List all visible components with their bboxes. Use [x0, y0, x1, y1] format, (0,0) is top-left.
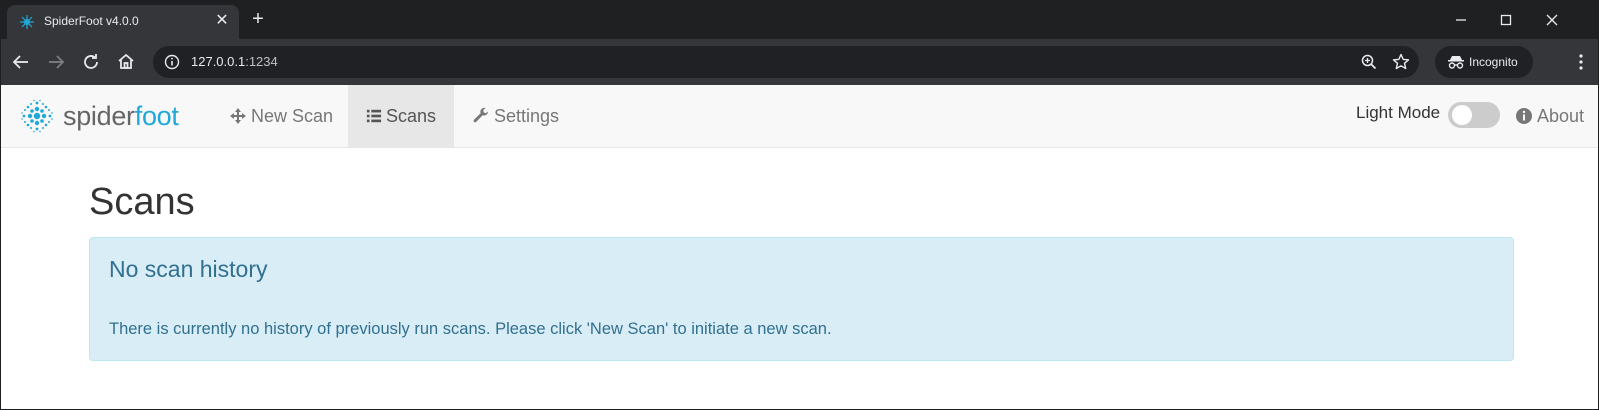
kebab-menu-icon[interactable] [1572, 50, 1590, 74]
nav-about[interactable]: About [1515, 85, 1584, 147]
window-close-icon[interactable] [1541, 9, 1563, 31]
wrench-icon [473, 107, 489, 123]
close-icon[interactable]: ✕ [212, 11, 232, 31]
info-icon[interactable] [161, 51, 183, 73]
alert-text: There is currently no history of previou… [109, 320, 832, 338]
brand-part-foot: foot [134, 101, 179, 131]
nav-about-label: About [1537, 105, 1585, 126]
browser-window: SpiderFoot v4.0.0 ✕ + 127.0.0.1:1234 Inc… [0, 0, 1599, 410]
spiderfoot-favicon [20, 15, 34, 29]
light-mode-label: Light Mode [1356, 103, 1441, 122]
back-icon[interactable] [9, 50, 33, 74]
url-port: :1234 [245, 54, 278, 69]
home-icon[interactable] [114, 50, 138, 74]
maximize-icon[interactable] [1495, 9, 1517, 31]
browser-toolbar: 127.0.0.1:1234 Incognito [1, 39, 1598, 85]
info-circle-icon [1516, 108, 1532, 124]
list-icon [366, 109, 382, 123]
app-navbar: spiderfoot New Scan Scans Settings Light… [1, 85, 1598, 148]
star-icon[interactable] [1390, 51, 1412, 73]
nav-scans-label: Scans [385, 105, 436, 126]
no-history-alert: No scan history There is currently no hi… [89, 237, 1514, 361]
nav-scans[interactable]: Scans [348, 85, 454, 147]
alert-heading: No scan history [109, 256, 268, 282]
light-mode-toggle[interactable] [1448, 102, 1500, 128]
reload-icon[interactable] [79, 50, 103, 74]
minimize-icon[interactable] [1450, 9, 1472, 31]
incognito-indicator[interactable]: Incognito [1435, 46, 1533, 78]
nav-settings[interactable]: Settings [454, 85, 577, 147]
light-mode-toggle-knob [1452, 105, 1472, 125]
nav-new-scan-label: New Scan [251, 105, 334, 126]
brand-name[interactable]: spiderfoot [63, 101, 179, 132]
plus-icon[interactable]: + [247, 9, 269, 31]
spiderfoot-logo[interactable] [19, 98, 55, 134]
tab-title: SpiderFoot v4.0.0 [44, 14, 139, 28]
page-title: Scans [89, 181, 195, 223]
brand-part-spider: spider [63, 101, 135, 131]
tab-strip: SpiderFoot v4.0.0 ✕ + [1, 1, 1598, 39]
nav-settings-label: Settings [494, 105, 560, 126]
zoom-icon[interactable] [1358, 51, 1380, 73]
url-text: 127.0.0.1:1234 [191, 54, 278, 69]
url-host: 127.0.0.1 [191, 54, 246, 69]
forward-icon[interactable] [44, 50, 68, 74]
nav-new-scan[interactable]: New Scan [211, 85, 351, 147]
move-icon [230, 108, 246, 124]
incognito-label: Incognito [1469, 55, 1518, 69]
address-bar[interactable]: 127.0.0.1:1234 [153, 46, 1419, 78]
incognito-icon [1448, 56, 1464, 69]
browser-tab[interactable]: SpiderFoot v4.0.0 ✕ [7, 5, 239, 39]
